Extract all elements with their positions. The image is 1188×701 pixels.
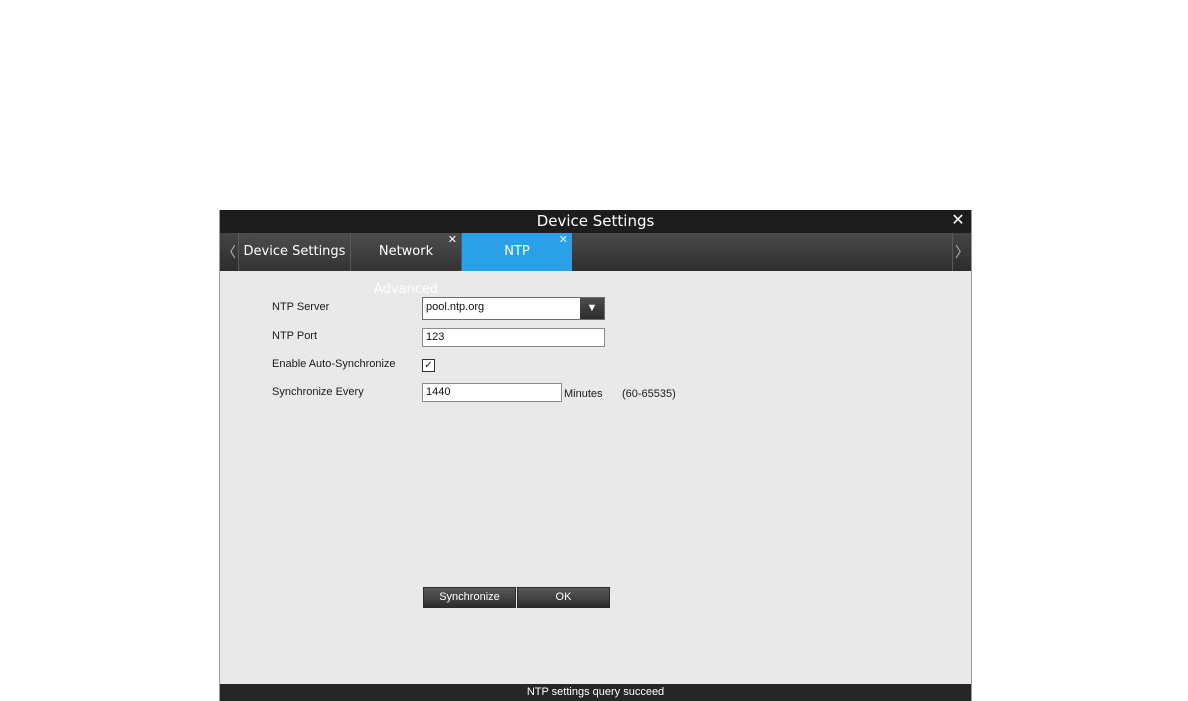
- tab-close-icon[interactable]: ✕: [559, 234, 568, 246]
- sync-every-input[interactable]: 1440: [422, 383, 562, 402]
- dropdown-arrow-icon[interactable]: ▼: [580, 298, 604, 319]
- ntp-server-value: pool.ntp.org: [426, 301, 485, 313]
- tab-device-settings[interactable]: Device Settings: [239, 233, 351, 271]
- tab-network-advanced[interactable]: Network Advanced ✕: [351, 233, 462, 297]
- auto-sync-label: Enable Auto-Synchronize: [272, 358, 396, 370]
- auto-sync-checkbox[interactable]: ✓: [422, 359, 435, 372]
- ok-button[interactable]: OK: [517, 587, 610, 608]
- window-title: Device Settings: [536, 212, 655, 230]
- sync-unit-label: Minutes: [564, 388, 603, 400]
- sync-every-label: Synchronize Every: [272, 386, 364, 398]
- tab-bar: 〈 Device Settings Network Advanced ✕ NTP…: [220, 233, 971, 297]
- tab-scroll-right-icon[interactable]: 〉: [952, 233, 971, 271]
- tab-scroll-left-icon[interactable]: 〈: [220, 233, 239, 271]
- tab-label: NTP: [504, 244, 530, 259]
- tab-ntp[interactable]: NTP ✕: [462, 233, 572, 271]
- ntp-server-label: NTP Server: [272, 301, 330, 313]
- close-icon[interactable]: ✕: [949, 211, 967, 231]
- ntp-port-input[interactable]: 123: [422, 328, 605, 347]
- title-bar: Device Settings ✕: [220, 210, 971, 233]
- tab-close-icon[interactable]: ✕: [448, 234, 457, 246]
- ntp-port-label: NTP Port: [272, 330, 318, 342]
- tab-label: Device Settings: [243, 244, 346, 259]
- ntp-server-select[interactable]: pool.ntp.org ▼: [422, 297, 605, 320]
- synchronize-button[interactable]: Synchronize: [423, 587, 516, 608]
- device-settings-window: Device Settings ✕ 〈 Device Settings Netw…: [219, 210, 972, 701]
- sync-range-hint: (60-65535): [622, 388, 676, 400]
- tab-label: Network Advanced: [373, 244, 439, 297]
- status-bar: NTP settings query succeed: [220, 684, 971, 701]
